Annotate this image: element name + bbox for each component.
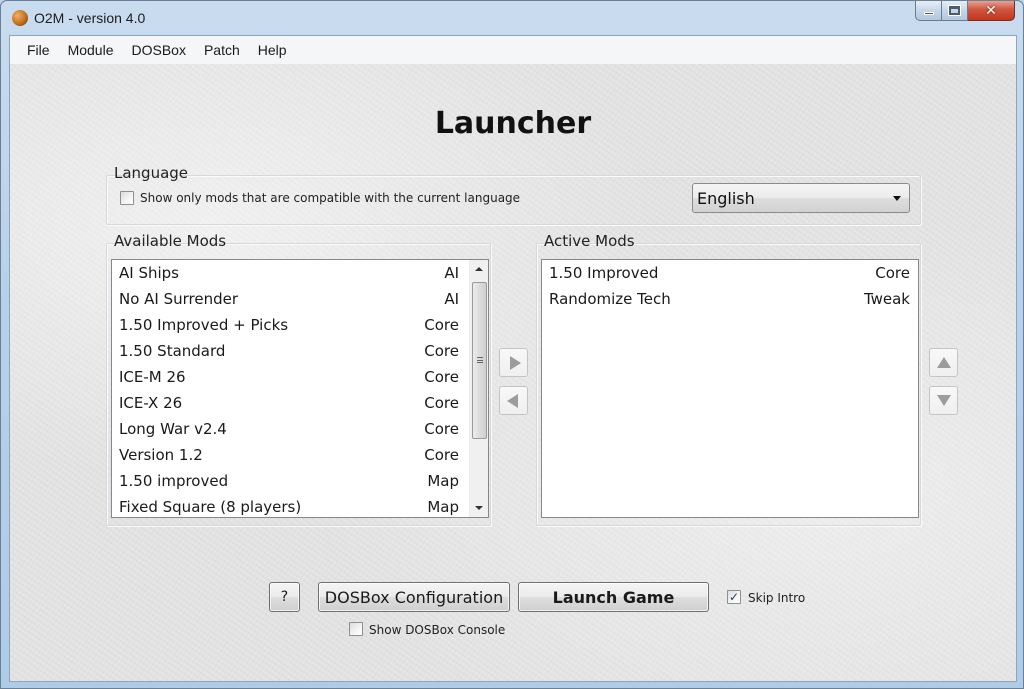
scrollbar-thumb[interactable] xyxy=(472,282,487,439)
mod-name: 1.50 Improved xyxy=(549,264,659,282)
list-item[interactable]: No AI Surrender AI xyxy=(112,286,469,312)
client-area: File Module DOSBox Patch Help Launcher L… xyxy=(9,35,1017,682)
move-down-button[interactable] xyxy=(929,386,958,415)
close-icon: ✕ xyxy=(985,2,997,19)
caption-buttons: ✕ xyxy=(915,1,1015,21)
chevron-down-icon xyxy=(893,196,901,201)
mod-type: Map xyxy=(427,472,459,490)
language-group-label: Language xyxy=(114,164,189,182)
show-dosbox-console-checkbox[interactable] xyxy=(349,622,363,636)
close-button[interactable]: ✕ xyxy=(968,1,1015,21)
remove-mod-button[interactable] xyxy=(499,386,528,415)
help-button[interactable]: ? xyxy=(269,582,300,612)
list-item[interactable]: AI Ships AI xyxy=(112,260,469,286)
minimize-icon xyxy=(923,12,934,15)
dosbox-configuration-button[interactable]: DOSBox Configuration xyxy=(318,582,510,612)
scroll-down-icon[interactable] xyxy=(475,506,483,510)
move-up-button[interactable] xyxy=(929,348,958,377)
arrow-left-icon xyxy=(506,393,518,408)
menu-module[interactable]: Module xyxy=(59,36,123,64)
arrow-right-icon xyxy=(509,355,521,370)
available-mods-label: Available Mods xyxy=(114,232,227,250)
mod-type: Tweak xyxy=(863,290,910,308)
list-item[interactable]: 1.50 improved Map xyxy=(112,468,469,494)
available-mods-scrollbar[interactable] xyxy=(469,260,488,517)
mod-type: Core xyxy=(875,264,910,282)
planet-icon xyxy=(12,10,28,26)
list-item[interactable]: ICE-X 26 Core xyxy=(112,390,469,416)
mod-type: Core xyxy=(424,420,459,438)
title-bar[interactable]: O2M - version 4.0 ✕ xyxy=(1,1,1023,35)
arrow-down-icon xyxy=(936,395,951,406)
arrow-up-icon xyxy=(936,357,951,368)
language-select[interactable]: English xyxy=(692,183,910,213)
list-item[interactable]: Fixed Square (8 players) Map xyxy=(112,494,469,517)
skip-intro-label: Skip Intro xyxy=(748,591,806,605)
mod-name: Version 1.2 xyxy=(119,446,203,464)
compat-language-label: Show only mods that are compatible with … xyxy=(140,191,521,205)
language-select-value: English xyxy=(697,188,755,208)
checkmark-icon: ✓ xyxy=(728,590,740,604)
list-item[interactable]: ICE-M 26 Core xyxy=(112,364,469,390)
mod-type: Core xyxy=(424,446,459,464)
mod-name: No AI Surrender xyxy=(119,290,239,308)
mod-type: Core xyxy=(424,394,459,412)
list-item[interactable]: Version 1.2 Core xyxy=(112,442,469,468)
mod-name: ICE-X 26 xyxy=(119,394,183,412)
compat-language-checkbox[interactable] xyxy=(120,191,134,205)
mod-name: Fixed Square (8 players) xyxy=(119,498,302,516)
menu-file[interactable]: File xyxy=(18,36,59,64)
mod-type: AI xyxy=(444,264,459,282)
list-item[interactable]: 1.50 Standard Core xyxy=(112,338,469,364)
launch-game-button[interactable]: Launch Game xyxy=(518,582,709,612)
menu-dosbox[interactable]: DOSBox xyxy=(122,36,194,64)
active-mods-list[interactable]: 1.50 Improved Core Randomize Tech Tweak xyxy=(541,259,919,518)
minimize-button[interactable] xyxy=(915,1,942,21)
mod-name: Randomize Tech xyxy=(549,290,671,308)
list-item[interactable]: Long War v2.4 Core xyxy=(112,416,469,442)
active-mods-label: Active Mods xyxy=(544,232,635,250)
mod-type: Map xyxy=(427,498,459,516)
app-window: O2M - version 4.0 ✕ File Module DOSBox P… xyxy=(0,0,1024,689)
menu-help[interactable]: Help xyxy=(249,36,296,64)
maximize-icon xyxy=(948,5,961,16)
grip-icon xyxy=(477,357,483,363)
scroll-up-icon[interactable] xyxy=(475,267,483,271)
mod-type: Core xyxy=(424,342,459,360)
mod-name: 1.50 Standard xyxy=(119,342,226,360)
mod-name: 1.50 Improved + Picks xyxy=(119,316,289,334)
list-item[interactable]: 1.50 Improved + Picks Core xyxy=(112,312,469,338)
mod-name: 1.50 improved xyxy=(119,472,229,490)
window-title: O2M - version 4.0 xyxy=(34,10,146,26)
mod-name: Long War v2.4 xyxy=(119,420,227,438)
list-item[interactable]: Randomize Tech Tweak xyxy=(542,286,918,312)
menu-patch[interactable]: Patch xyxy=(195,36,249,64)
mod-type: Core xyxy=(424,368,459,386)
list-item[interactable]: 1.50 Improved Core xyxy=(542,260,918,286)
menu-bar: File Module DOSBox Patch Help xyxy=(10,36,1016,64)
maximize-button[interactable] xyxy=(942,1,968,21)
mod-type: Core xyxy=(424,316,459,334)
mod-type: AI xyxy=(444,290,459,308)
show-dosbox-console-label: Show DOSBox Console xyxy=(369,623,506,637)
skip-intro-checkbox[interactable]: ✓ xyxy=(727,590,741,604)
add-mod-button[interactable] xyxy=(499,348,528,377)
page-title: Launcher xyxy=(434,106,592,141)
mod-name: ICE-M 26 xyxy=(119,368,186,386)
available-mods-list[interactable]: AI Ships AI No AI Surrender AI 1.50 Impr… xyxy=(111,259,489,518)
mod-name: AI Ships xyxy=(119,264,179,282)
